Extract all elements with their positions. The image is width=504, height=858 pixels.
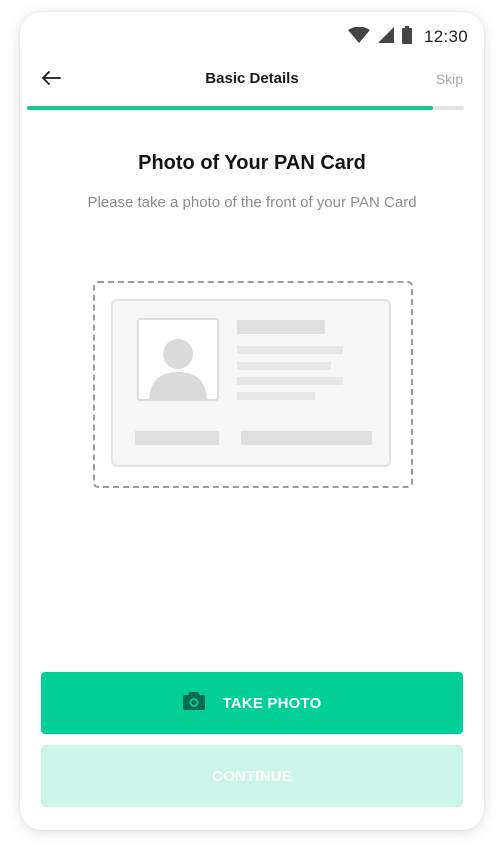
app-bar: Basic Details Skip xyxy=(20,62,484,98)
card-text-line xyxy=(237,392,315,400)
id-card-placeholder xyxy=(111,299,391,467)
section-subtitle: Please take a photo of the front of your… xyxy=(87,194,417,211)
skip-button[interactable]: Skip xyxy=(436,71,463,87)
progress-bar xyxy=(27,106,464,110)
continue-button[interactable]: CONTINUE xyxy=(41,745,463,807)
photo-capture-frame xyxy=(93,281,413,488)
card-footer-line xyxy=(135,431,219,445)
camera-icon xyxy=(182,691,205,715)
card-text-line xyxy=(237,377,343,385)
continue-label: CONTINUE xyxy=(212,767,292,785)
status-time: 12:30 xyxy=(423,27,468,46)
page-title: Basic Details xyxy=(205,70,299,87)
progress-bar-fill xyxy=(27,106,434,110)
phone-screen: 12:30 Basic Details Skip Photo of Your P… xyxy=(20,12,484,830)
status-bar: 12:30 xyxy=(20,12,484,62)
wifi-icon xyxy=(347,26,370,48)
status-icons: 12:30 xyxy=(347,25,468,49)
card-text-line xyxy=(237,346,343,354)
card-title-line xyxy=(237,320,325,334)
battery-icon xyxy=(401,25,412,49)
section-heading: Photo of Your PAN Card xyxy=(138,152,366,174)
card-footer-line xyxy=(241,431,372,445)
take-photo-label: TAKE PHOTO xyxy=(222,694,322,712)
cellular-signal-icon xyxy=(377,26,394,48)
avatar-placeholder-icon xyxy=(137,318,219,401)
card-text-line xyxy=(237,362,331,370)
take-photo-button[interactable]: TAKE PHOTO xyxy=(41,672,463,734)
